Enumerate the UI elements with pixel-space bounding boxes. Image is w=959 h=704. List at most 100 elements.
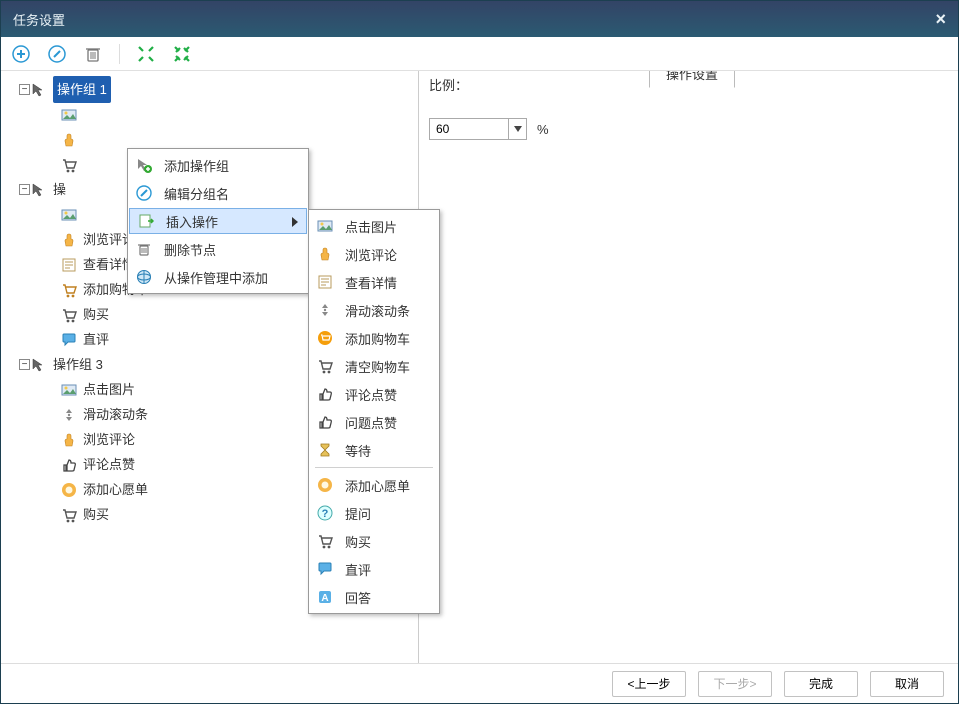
tree-group-label: 操 xyxy=(53,177,66,202)
context-submenu-label: 提问 xyxy=(345,504,371,523)
context-menu-label: 插入操作 xyxy=(166,212,218,231)
context-submenu-label: 浏览评论 xyxy=(345,245,397,264)
cancel-button[interactable]: 取消 xyxy=(870,671,944,697)
expand-icon[interactable] xyxy=(136,44,156,64)
context-submenu-label: 回答 xyxy=(345,588,371,607)
context-submenu-label: 评论点赞 xyxy=(345,385,397,404)
tree-item-label: 评论点赞 xyxy=(83,452,135,477)
thumb-icon xyxy=(315,412,335,432)
edit-icon xyxy=(134,183,154,203)
tree-item-label: 添加心愿单 xyxy=(83,477,148,502)
context-submenu-item[interactable]: 滑动滚动条 xyxy=(309,296,439,324)
context-menu-item[interactable]: 删除节点 xyxy=(128,235,308,263)
titlebar: 任务设置 × xyxy=(1,1,958,37)
scroll-icon xyxy=(61,407,77,423)
trash-icon[interactable] xyxy=(83,44,103,64)
close-button[interactable]: × xyxy=(935,9,946,30)
context-submenu-item[interactable]: 点击图片 xyxy=(309,212,439,240)
context-submenu-item[interactable]: 评论点赞 xyxy=(309,380,439,408)
cart-add-orange-icon xyxy=(315,328,335,348)
tree-item-label: 购买 xyxy=(83,302,109,327)
cart-icon xyxy=(315,531,335,551)
context-menu-item[interactable]: 插入操作 xyxy=(129,208,307,234)
tree-group-label: 操作组 3 xyxy=(53,352,103,377)
cart-icon xyxy=(61,157,77,173)
image-icon xyxy=(61,207,77,223)
answer-icon: A xyxy=(315,587,335,607)
context-submenu-label: 滑动滚动条 xyxy=(345,301,410,320)
context-submenu-label: 点击图片 xyxy=(345,217,397,236)
trash-icon xyxy=(134,239,154,259)
collapse-icon[interactable] xyxy=(172,44,192,64)
ratio-input[interactable] xyxy=(430,119,508,139)
context-submenu-item[interactable]: 添加购物车 xyxy=(309,324,439,352)
tree-group[interactable]: − 操作组 1 xyxy=(13,77,418,102)
finish-button[interactable]: 完成 xyxy=(784,671,858,697)
tree-item-label: 点击图片 xyxy=(83,377,135,402)
toolbar xyxy=(1,37,958,71)
tree-toggle[interactable]: − xyxy=(19,184,30,195)
context-submenu-item[interactable]: 问题点赞 xyxy=(309,408,439,436)
context-submenu-item[interactable]: 浏览评论 xyxy=(309,240,439,268)
context-submenu[interactable]: 点击图片浏览评论查看详情滑动滚动条添加购物车清空购物车评论点赞问题点赞等待添加心… xyxy=(308,209,440,614)
hand-icon xyxy=(61,432,77,448)
insert-icon xyxy=(136,211,156,231)
context-submenu-item[interactable]: 添加心愿单 xyxy=(309,471,439,499)
ratio-dropdown-button[interactable] xyxy=(508,119,526,139)
image-icon xyxy=(315,216,335,236)
chat-icon xyxy=(61,332,77,348)
cart-add-icon xyxy=(61,282,77,298)
context-menu-label: 编辑分组名 xyxy=(164,184,229,203)
context-submenu-label: 直评 xyxy=(345,560,371,579)
context-submenu-item[interactable]: 等待 xyxy=(309,436,439,464)
ratio-unit: % xyxy=(537,122,549,137)
context-submenu-label: 添加购物车 xyxy=(345,329,410,348)
edit-icon[interactable] xyxy=(47,44,67,64)
cursor-group-icon xyxy=(31,82,47,98)
context-submenu-label: 查看详情 xyxy=(345,273,397,292)
context-submenu-item[interactable]: ? 提问 xyxy=(309,499,439,527)
wish-icon xyxy=(315,475,335,495)
question-icon: ? xyxy=(315,503,335,523)
tree-panel: −操作组 1−操浏览评论查看详情添加购物车购买直评−操作组 3点击图片滑动滚动条… xyxy=(1,71,419,663)
settings-frame: 比例： % xyxy=(429,75,944,653)
svg-text:?: ? xyxy=(322,508,329,520)
cursor-group-icon xyxy=(31,182,47,198)
context-submenu-item[interactable]: 购买 xyxy=(309,527,439,555)
context-menu[interactable]: 添加操作组编辑分组名插入操作删除节点从操作管理中添加 xyxy=(127,148,309,294)
wish-icon xyxy=(61,482,77,498)
tree-toggle[interactable]: − xyxy=(19,84,30,95)
image-icon xyxy=(61,382,77,398)
tree-item-label: 浏览评论 xyxy=(83,427,135,452)
tree-item[interactable] xyxy=(13,102,418,127)
detail-icon xyxy=(61,257,77,273)
toolbar-separator xyxy=(119,44,120,64)
next-button[interactable]: 下一步> xyxy=(698,671,772,697)
context-menu-item[interactable]: 编辑分组名 xyxy=(128,179,308,207)
ratio-row: % xyxy=(429,118,944,140)
ratio-input-wrap xyxy=(429,118,527,140)
task-settings-window: 任务设置 × −操作组 1−操浏览评论查看详情添加购物车购买直评−操作组 3点击… xyxy=(0,0,959,704)
context-menu-label: 删除节点 xyxy=(164,240,216,259)
context-menu-label: 从操作管理中添加 xyxy=(164,268,268,287)
cart-icon xyxy=(315,356,335,376)
add-icon[interactable] xyxy=(11,44,31,64)
thumb-icon xyxy=(61,457,77,473)
cursor-plus-icon xyxy=(134,155,154,175)
context-submenu-item[interactable]: 查看详情 xyxy=(309,268,439,296)
body: −操作组 1−操浏览评论查看详情添加购物车购买直评−操作组 3点击图片滑动滚动条… xyxy=(1,71,958,663)
context-submenu-item[interactable]: 清空购物车 xyxy=(309,352,439,380)
context-submenu-item[interactable]: A 回答 xyxy=(309,583,439,611)
context-submenu-item[interactable]: 直评 xyxy=(309,555,439,583)
context-submenu-label: 等待 xyxy=(345,441,371,460)
tree-item-label: 直评 xyxy=(83,327,109,352)
context-menu-item[interactable]: 从操作管理中添加 xyxy=(128,263,308,291)
globe-icon xyxy=(134,267,154,287)
context-submenu-label: 购买 xyxy=(345,532,371,551)
tree-item-label: 购买 xyxy=(83,502,109,527)
tree-group-label: 操作组 1 xyxy=(53,76,111,103)
context-submenu-label: 添加心愿单 xyxy=(345,476,410,495)
tree-toggle[interactable]: − xyxy=(19,359,30,370)
prev-button[interactable]: <上一步 xyxy=(612,671,686,697)
context-menu-item[interactable]: 添加操作组 xyxy=(128,151,308,179)
